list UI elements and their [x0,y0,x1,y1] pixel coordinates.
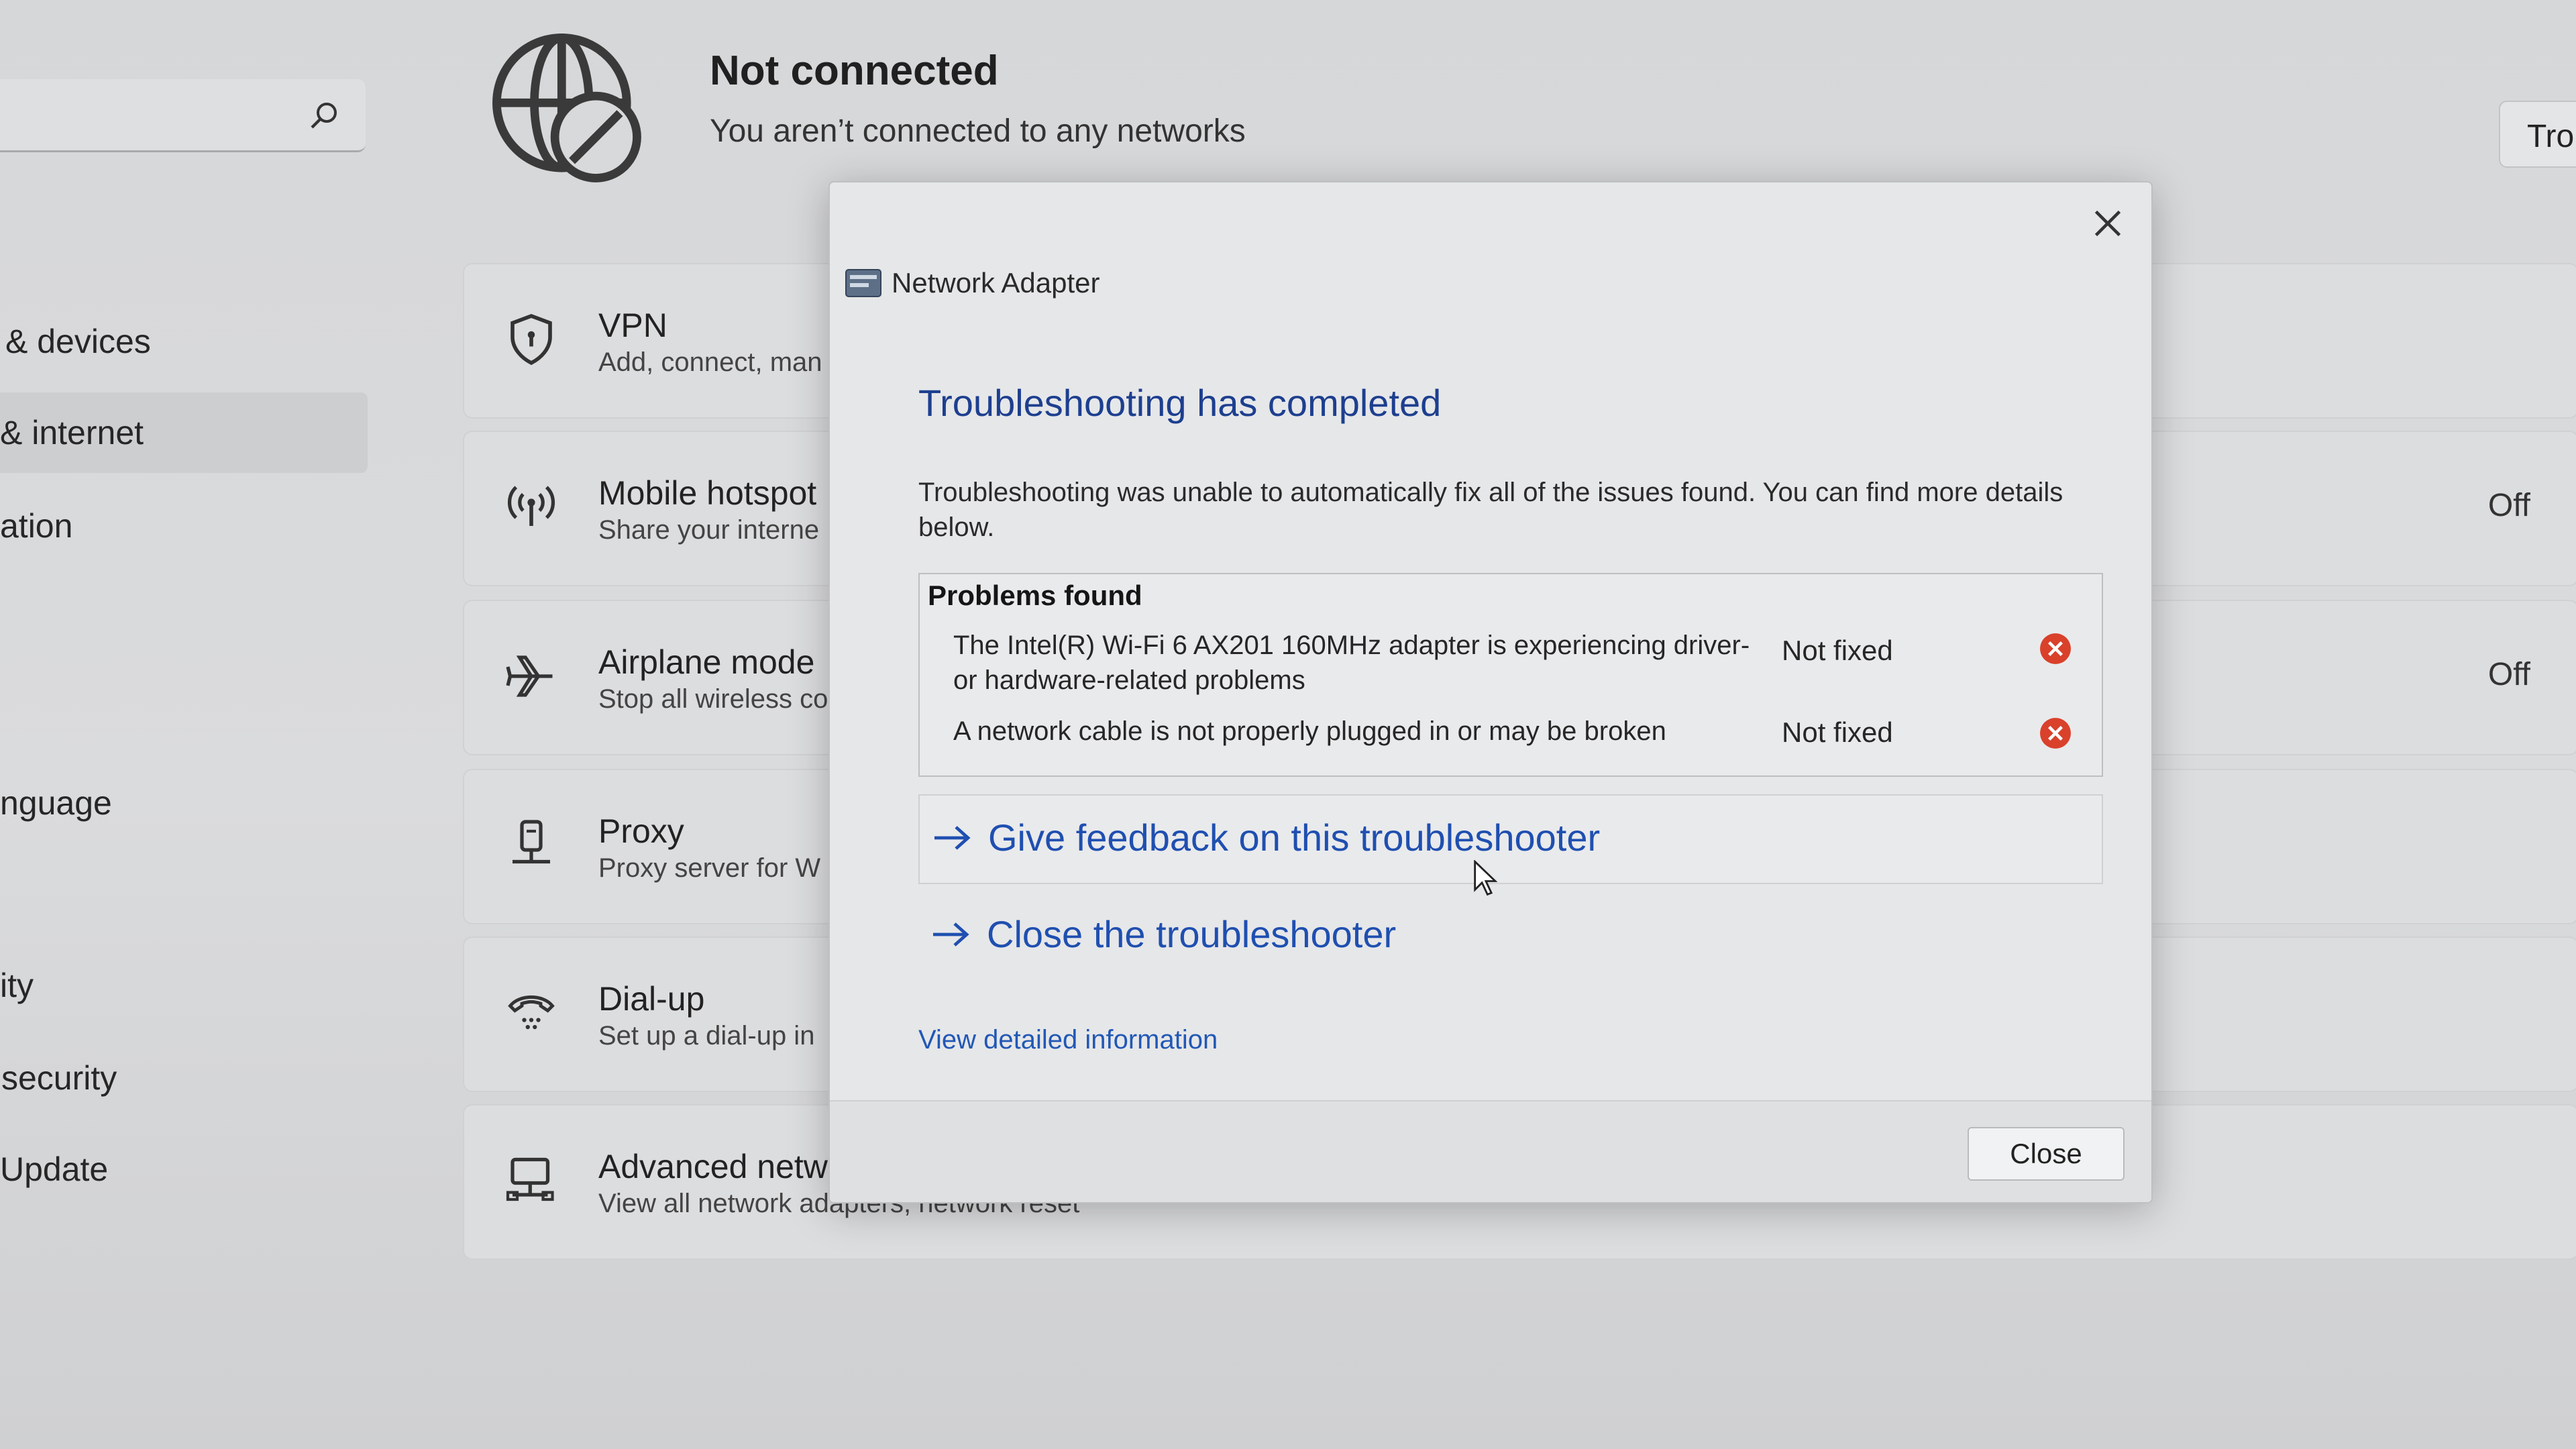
airplane-state[interactable]: Off [2488,656,2530,693]
row-subtitle: Set up a dial-up in [598,1021,815,1051]
troubleshooter-dialog: Network Adapter Troubleshooting has comp… [828,181,2153,1203]
mouse-cursor-icon [1474,860,1498,896]
arrow-right-icon [933,922,969,947]
hotspot-state[interactable]: Off [2488,487,2530,524]
search-icon [311,103,337,129]
problems-found-header: Problems found [928,580,1142,611]
close-icon[interactable] [2084,200,2131,247]
row-title: Advanced netwo [598,1148,847,1185]
problem-status: Not fixed [1782,716,1893,748]
row-title: Proxy [598,812,684,850]
row-subtitle: Proxy server for W [598,853,821,883]
error-icon [2040,633,2071,664]
shield-icon [511,314,552,366]
give-feedback-label: Give feedback on this troubleshooter [988,816,1601,859]
network-adapter-icon [845,269,881,297]
close-button[interactable]: Close [1968,1127,2125,1181]
give-feedback-link[interactable]: Give feedback on this troubleshooter [918,794,2103,884]
dialog-app-title: Network Adapter [892,267,1100,299]
row-title: VPN [598,307,667,344]
problems-found-panel: Problems found The Intel(R) Wi-Fi 6 AX20… [918,573,2103,777]
dialup-icon [508,996,555,1030]
connection-status-title: Not connected [710,48,999,94]
settings-search-box[interactable] [0,79,366,152]
row-title: Mobile hotspot [598,474,817,512]
view-detailed-information-link[interactable]: View detailed information [918,1025,1218,1055]
dialog-heading: Troubleshooting has completed [918,382,1442,424]
error-icon [2040,718,2071,749]
sidebar-item-bluetooth-devices[interactable]: & devices [5,322,151,361]
sidebar-item-privacy-security[interactable]: security [1,1059,117,1097]
row-subtitle: Share your interne [598,515,820,545]
problem-status: Not fixed [1782,635,1893,666]
proxy-icon [513,820,550,864]
sidebar-item-windows-update[interactable]: Update [0,1150,108,1189]
close-troubleshooter-label: Close the troubleshooter [987,913,1397,955]
monitor-network-icon [506,1157,554,1201]
sidebar-item-personalization[interactable]: ation [0,506,72,545]
sidebar-item-accessibility[interactable]: ity [0,966,34,1005]
dialog-footer: Close [830,1100,2151,1202]
sidebar-item-network-internet[interactable]: & internet [0,392,368,473]
problem-text: The Intel(R) Wi-Fi 6 AX201 160MHz adapte… [953,631,1750,695]
sidebar-item-label: & internet [0,414,144,451]
row-title: Airplane mode [598,643,815,681]
globe-blocked-icon [492,34,641,182]
close-troubleshooter-link[interactable]: Close the troubleshooter [918,892,2100,979]
connection-status-subtitle: You aren’t connected to any networks [710,113,1246,149]
airplane-icon [506,655,553,697]
row-subtitle: Stop all wireless co [598,684,828,714]
hotspot-icon [507,486,555,526]
sidebar-item-time-language[interactable]: nguage [0,784,112,822]
row-title: Dial-up [598,980,705,1018]
row-subtitle: Add, connect, man [598,347,822,377]
arrow-right-icon [934,826,971,850]
troubleshoot-button[interactable]: Tro [2499,101,2576,168]
problem-text: A network cable is not properly plugged … [953,716,1666,746]
dialog-description: Troubleshooting was unable to automatica… [918,478,2063,542]
